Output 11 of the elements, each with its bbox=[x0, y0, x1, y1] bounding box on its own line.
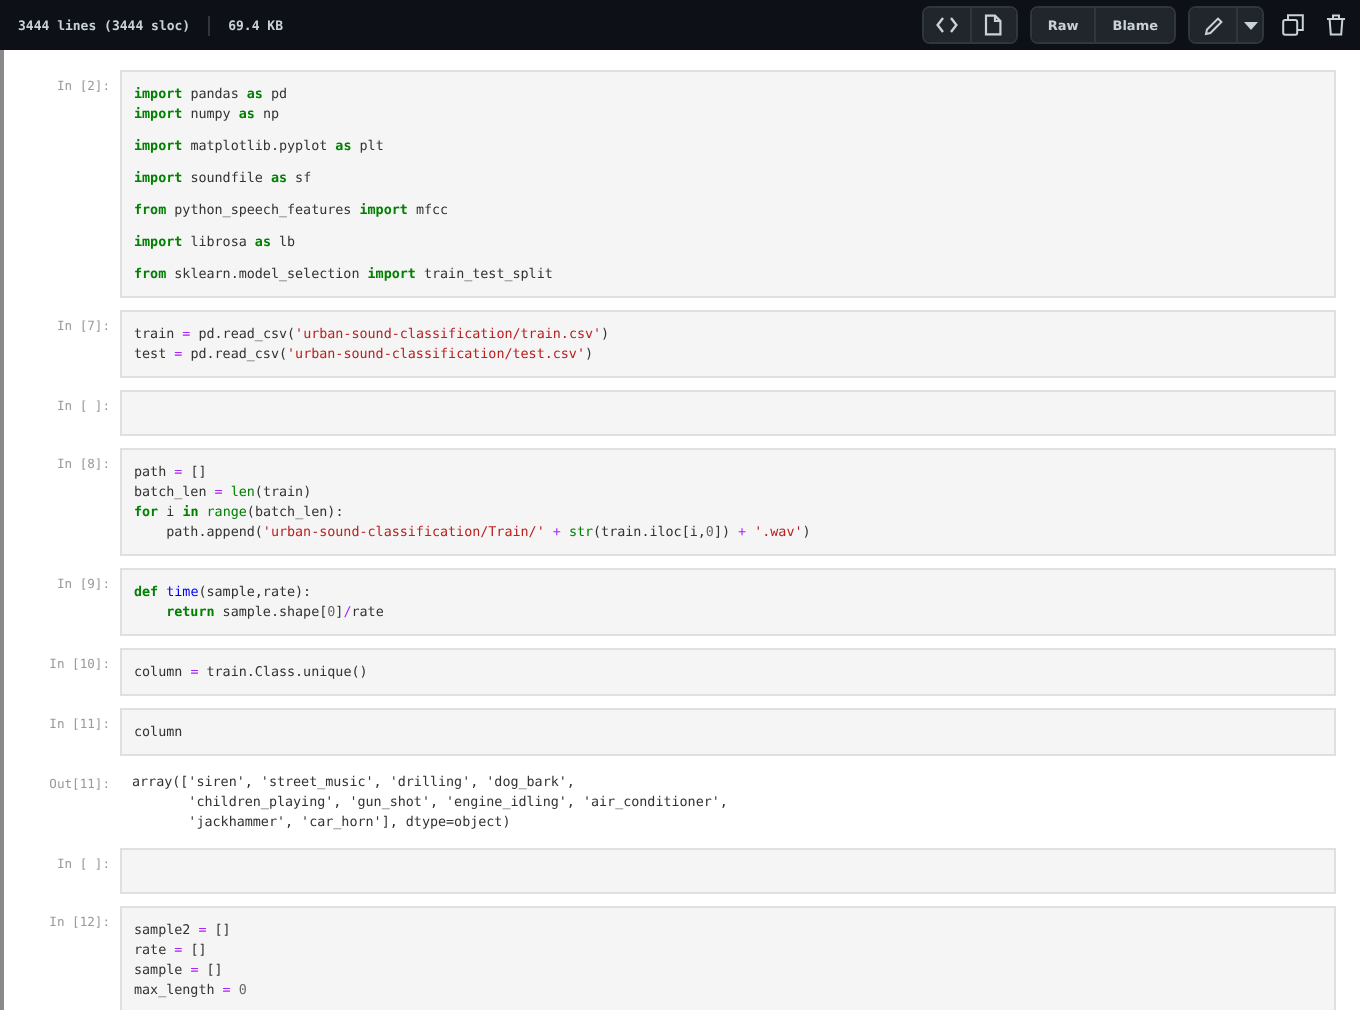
edit-button[interactable] bbox=[1190, 8, 1236, 42]
code-view-button[interactable] bbox=[923, 8, 970, 42]
copy-button[interactable] bbox=[1276, 8, 1308, 42]
pencil-icon bbox=[1203, 15, 1223, 35]
caret-icon bbox=[1243, 21, 1257, 29]
code-icon bbox=[935, 16, 958, 34]
copy-icon bbox=[1281, 14, 1303, 36]
edit-menu-button[interactable] bbox=[1236, 8, 1262, 42]
preview-button[interactable] bbox=[969, 8, 1016, 42]
file-icon bbox=[984, 14, 1003, 36]
trash-icon bbox=[1326, 14, 1346, 36]
